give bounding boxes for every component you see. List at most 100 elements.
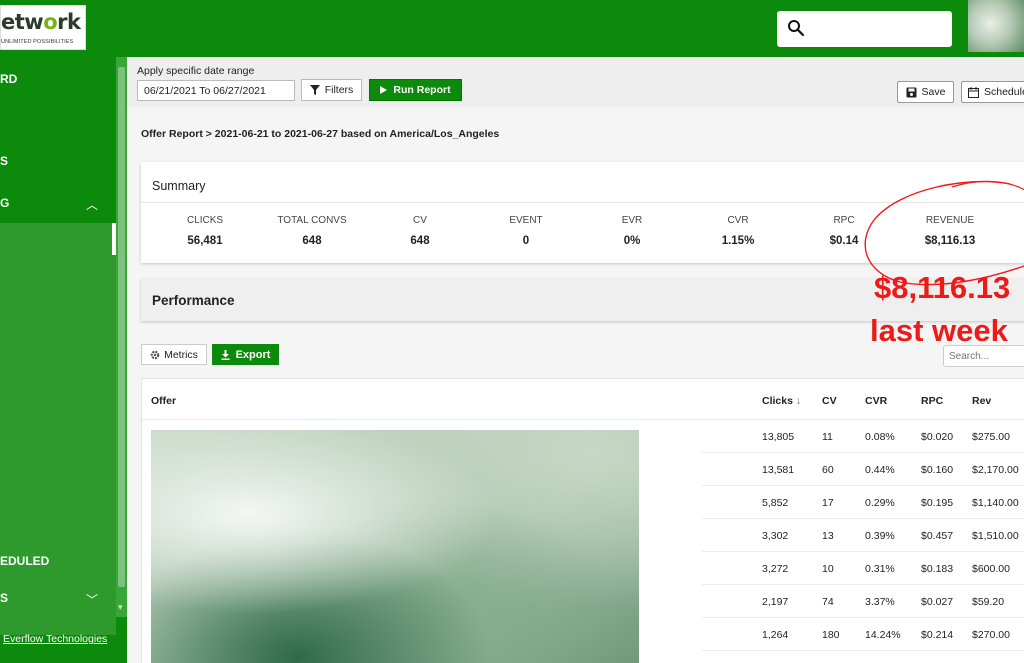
metric-value-event: 0 — [522, 235, 530, 247]
cell-cv: 17 — [822, 497, 834, 509]
export-button-label: Export — [235, 348, 271, 361]
run-report-button[interactable]: Run Report — [369, 79, 462, 101]
sidebar-item-reporting[interactable]: G — [0, 196, 9, 210]
calendar-icon — [968, 86, 979, 98]
cell-cv: 10 — [822, 563, 834, 575]
cell-cv: 60 — [822, 464, 834, 476]
global-search-input[interactable] — [777, 11, 952, 47]
sidebar-item-tools[interactable]: S — [0, 591, 8, 605]
metric-value-cv: 648 — [410, 235, 430, 247]
cell-clicks: 3,302 — [762, 530, 789, 542]
annotation-caption: last week — [870, 313, 1008, 348]
cell-rev: $275.00 — [972, 431, 1010, 443]
column-header-cvr[interactable]: CVR — [865, 395, 887, 407]
main-content: Apply specific date range 06/21/2021 To … — [127, 57, 1024, 663]
cell-clicks: 5,852 — [762, 497, 789, 509]
cell-clicks: 1,264 — [762, 629, 789, 641]
filters-button[interactable]: Filters — [301, 79, 362, 101]
chevron-up-icon[interactable]: ︿ — [86, 196, 98, 213]
footer-link[interactable]: Everflow Technologies — [3, 633, 107, 645]
cell-rev: $59.20 — [972, 596, 1005, 608]
chevron-down-icon[interactable]: ﹀ — [86, 591, 98, 608]
table-row[interactable]: 5,852 17 0.29% $0.195 $1,140.00 — [702, 486, 1024, 519]
cell-cv: 74 — [822, 596, 834, 608]
sidebar-item-offers[interactable]: S — [0, 154, 8, 168]
avatar[interactable] — [968, 0, 1024, 52]
breadcrumb: Offer Report > 2021-06-21 to 2021-06-27 … — [141, 128, 500, 140]
search-icon — [788, 20, 805, 37]
table-row[interactable]: 13,581 60 0.44% $0.160 $2,170.00 — [702, 453, 1024, 486]
metric-label-event: EVENT — [509, 215, 543, 226]
download-icon — [221, 349, 230, 360]
sidebar-active-item[interactable] — [0, 223, 116, 255]
gear-icon — [150, 350, 160, 359]
cell-clicks: 2,197 — [762, 596, 789, 608]
cell-cvr: 14.24% — [865, 629, 901, 641]
sidebar-item-dashboard[interactable]: RD — [0, 72, 17, 86]
sidebar-submenu — [0, 255, 116, 635]
schedule-button[interactable]: Schedule — [961, 81, 1024, 103]
cell-cv: 13 — [822, 530, 834, 542]
cell-cvr: 0.29% — [865, 497, 895, 509]
date-range-input[interactable]: 06/21/2021 To 06/27/2021 — [137, 80, 295, 101]
cell-rev: $600.00 — [972, 563, 1010, 575]
metric-value-cvr: 1.15% — [721, 235, 755, 247]
logo-title: etwork — [1, 10, 81, 34]
cell-rev: $1,510.00 — [972, 530, 1019, 542]
cell-cvr: 0.31% — [865, 563, 895, 575]
date-range-label: Apply specific date range — [137, 65, 255, 77]
top-bar: etwork UNLIMITED POSSIBILITIES — [0, 0, 1024, 57]
cell-rpc: $0.020 — [921, 431, 954, 443]
cell-cvr: 0.44% — [865, 464, 895, 476]
cell-cv: 11 — [822, 431, 833, 443]
cell-rpc: $0.183 — [921, 563, 954, 575]
metrics-button-label: Metrics — [164, 348, 198, 361]
export-button[interactable]: Export — [212, 344, 279, 365]
table-row[interactable]: 2,197 74 3.37% $0.027 $59.20 — [702, 585, 1024, 618]
cell-clicks: 3,272 — [762, 563, 789, 575]
save-icon — [906, 87, 917, 97]
table-row[interactable]: 3,302 13 0.39% $0.457 $1,510.00 — [702, 519, 1024, 552]
scroll-down-icon[interactable]: ▾ — [118, 602, 123, 613]
metric-label-total-convs: TOTAL CONVS — [277, 215, 347, 226]
metric-value-total-convs: 648 — [302, 235, 322, 247]
metric-value-clicks: 56,481 — [187, 235, 223, 247]
column-header-clicks-label: Clicks — [762, 395, 793, 407]
column-header-rpc[interactable]: RPC — [921, 395, 943, 407]
metric-label-clicks: CLICKS — [186, 215, 224, 226]
column-header-offer[interactable]: Offer — [151, 395, 176, 407]
report-toolbar: Apply specific date range 06/21/2021 To … — [127, 57, 1024, 107]
cell-clicks: 13,581 — [762, 464, 795, 476]
logo-tagline: UNLIMITED POSSIBILITIES — [1, 39, 74, 45]
filters-button-label: Filters — [324, 84, 354, 96]
sidebar: RD S G ︿ EDULED S ﹀ ▾ Everflow Technolog… — [0, 57, 127, 663]
cell-rpc: $0.027 — [921, 596, 954, 608]
performance-title: Performance — [152, 293, 235, 308]
cell-rpc: $0.160 — [921, 464, 954, 476]
cell-rpc: $0.195 — [921, 497, 954, 509]
offer-table: Offer Clicks ↓ CV CVR RPC Rev 13,805 11 … — [141, 378, 1024, 663]
sidebar-scroll-thumb[interactable] — [118, 67, 125, 587]
column-header-rev[interactable]: Rev — [972, 395, 991, 407]
table-row[interactable]: 3,272 10 0.31% $0.183 $600.00 — [702, 552, 1024, 585]
play-icon — [380, 86, 388, 94]
summary-title: Summary — [152, 179, 206, 193]
cell-rpc: $0.214 — [921, 629, 954, 641]
schedule-button-label: Schedule — [984, 86, 1024, 98]
cell-clicks: 13,805 — [762, 431, 795, 443]
table-row[interactable]: 1,264 180 14.24% $0.214 $270.00 — [702, 618, 1024, 651]
column-header-clicks[interactable]: Clicks ↓ — [762, 395, 801, 407]
logo[interactable]: etwork UNLIMITED POSSIBILITIES — [0, 5, 86, 50]
column-header-cv[interactable]: CV — [822, 395, 837, 407]
sidebar-item-scheduled[interactable]: EDULED — [0, 554, 49, 568]
metrics-button[interactable]: Metrics — [141, 344, 207, 365]
annotation-amount: $8,116.13 — [874, 270, 1011, 305]
metric-label-cv: CV — [413, 215, 427, 226]
save-button-label: Save — [921, 86, 946, 98]
filter-icon — [309, 85, 320, 95]
table-row[interactable]: 13,805 11 0.08% $0.020 $275.00 — [702, 420, 1024, 453]
offer-image — [151, 430, 639, 663]
save-button[interactable]: Save — [897, 81, 954, 103]
metric-value-evr: 0% — [623, 235, 641, 247]
cell-rpc: $0.457 — [921, 530, 954, 542]
